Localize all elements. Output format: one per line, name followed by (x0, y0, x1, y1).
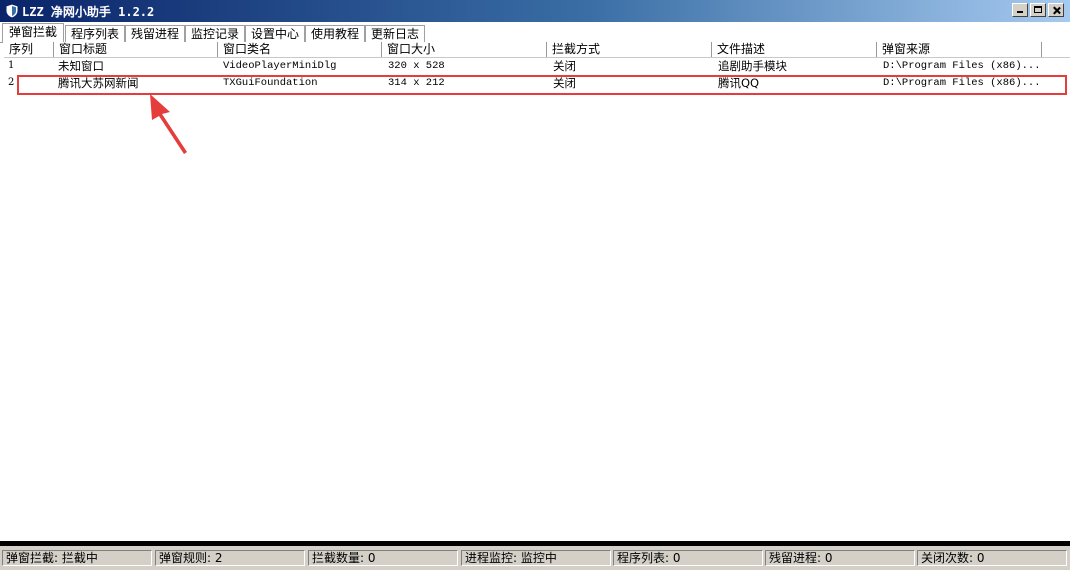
column-header-block-method[interactable]: 拦截方式 (547, 42, 712, 57)
column-header-class-name[interactable]: 窗口类名 (218, 42, 382, 57)
column-header-window-size[interactable]: 窗口大小 (382, 42, 547, 57)
tab-changelog[interactable]: 更新日志 (365, 25, 425, 42)
title-bar: LZZ 净网小助手 1.2.2 (0, 0, 1070, 22)
list-header: 序列 窗口标题 窗口类名 窗口大小 拦截方式 文件描述 弹窗来源 (4, 42, 1070, 58)
shield-icon (5, 3, 19, 19)
status-block-count: 拦截数量: 0 (308, 550, 458, 566)
tab-settings[interactable]: 设置中心 (245, 25, 305, 42)
tab-monitor-log[interactable]: 监控记录 (185, 25, 245, 42)
status-residual-process: 残留进程: 0 (765, 550, 915, 566)
status-process-monitor: 进程监控: 监控中 (461, 550, 611, 566)
status-bar: 弹窗拦截: 拦截中 弹窗规则: 2 拦截数量: 0 进程监控: 监控中 程序列表… (0, 546, 1070, 570)
tab-tutorial[interactable]: 使用教程 (305, 25, 365, 42)
maximize-button[interactable] (1030, 3, 1046, 17)
row-file-description: 追剧助手模块 (718, 59, 787, 73)
arrow-icon (150, 94, 187, 154)
row-class-name: VideoPlayerMiniDlg (223, 60, 337, 72)
row-index: 1 (8, 60, 15, 71)
row-window-size: 320 x 528 (388, 60, 445, 72)
status-program-list: 程序列表: 0 (613, 550, 763, 566)
tab-popup-block[interactable]: 弹窗拦截 (2, 23, 64, 43)
tab-bar: 弹窗拦截 程序列表 残留进程 监控记录 设置中心 使用教程 更新日志 (0, 22, 1070, 43)
window-title: LZZ 净网小助手 1.2.2 (22, 5, 155, 19)
column-header-window-title[interactable]: 窗口标题 (54, 42, 218, 57)
row-window-title: 未知窗口 (58, 59, 104, 73)
column-header-file-description[interactable]: 文件描述 (712, 42, 877, 57)
status-close-count: 关闭次数: 0 (917, 550, 1067, 566)
column-header-popup-source[interactable]: 弹窗来源 (877, 42, 1042, 57)
column-header-index[interactable]: 序列 (4, 42, 54, 57)
minimize-button[interactable] (1012, 3, 1028, 17)
status-popup-block: 弹窗拦截: 拦截中 (2, 550, 152, 566)
row-popup-source: D:\Program Files (x86)... (883, 60, 1041, 72)
tab-program-list[interactable]: 程序列表 (65, 25, 125, 42)
status-popup-rules: 弹窗规则: 2 (155, 550, 305, 566)
row-index: 2 (8, 77, 15, 88)
tab-residual-process[interactable]: 残留进程 (125, 25, 185, 42)
row-block-method: 关闭 (553, 59, 576, 73)
table-row[interactable]: 1 未知窗口 VideoPlayerMiniDlg 320 x 528 关闭 追… (4, 58, 1070, 74)
close-button[interactable] (1048, 3, 1064, 17)
